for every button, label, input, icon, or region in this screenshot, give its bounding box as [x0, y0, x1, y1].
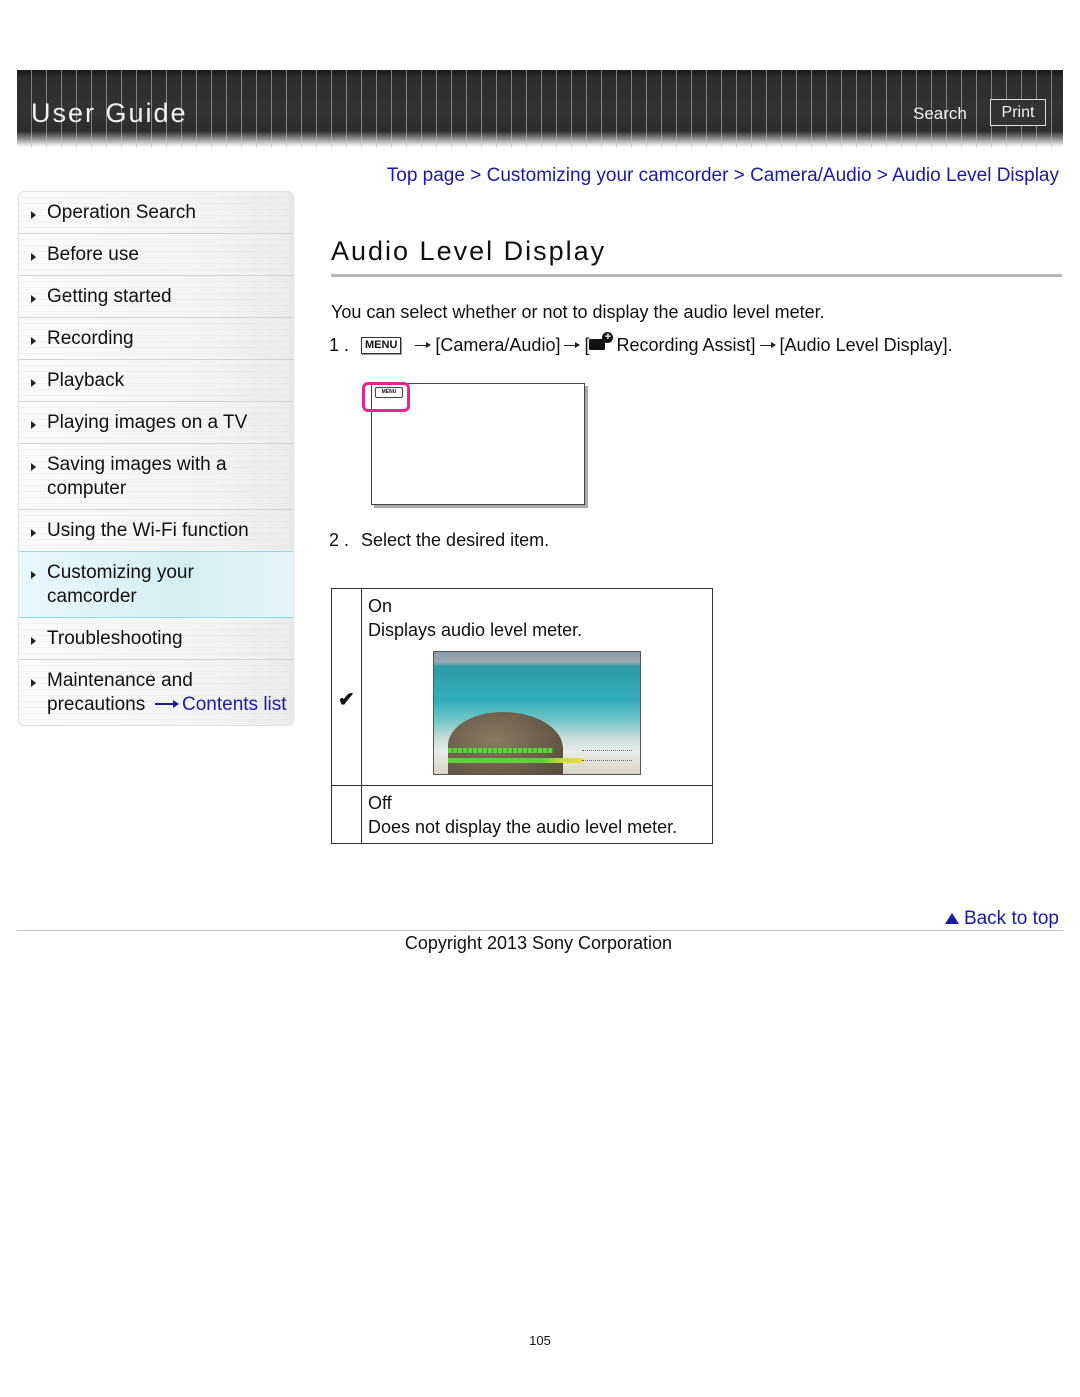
option-name: Off: [368, 793, 392, 813]
caret-right-icon: [31, 379, 36, 387]
selected-cell: ✔: [331, 588, 362, 786]
sidebar-item-playing-on-tv[interactable]: Playing images on a TV: [19, 402, 293, 444]
sidebar-nav: Operation Search Before use Getting star…: [18, 191, 294, 726]
option-cell: On Displays audio level meter.: [361, 588, 713, 786]
breadcrumb-separator: >: [728, 165, 751, 186]
menu-button-icon: MENU: [375, 387, 403, 398]
header-banner: User Guide Search Print: [17, 70, 1063, 148]
back-to-top-link[interactable]: Back to top: [944, 908, 1059, 930]
caret-right-icon: [31, 337, 36, 345]
table-row: Off Does not display the audio level met…: [331, 785, 713, 844]
caret-right-icon: [31, 679, 36, 687]
audio-meter-preview-image: [433, 651, 641, 775]
breadcrumb-top-page[interactable]: Top page: [387, 165, 465, 186]
sidebar-item-label: Customizing your camcorder: [47, 562, 194, 607]
sidebar-item-wifi[interactable]: Using the Wi-Fi function: [19, 510, 293, 552]
caret-right-icon: [31, 421, 36, 429]
sidebar-item-playback[interactable]: Playback: [19, 360, 293, 402]
sidebar-item-label: Before use: [47, 244, 139, 265]
option-cell: Off Does not display the audio level met…: [361, 785, 713, 844]
arrow-right-icon: [155, 699, 179, 708]
sidebar-item-label: Troubleshooting: [47, 628, 183, 649]
sidebar-item-label: Using the Wi-Fi function: [47, 520, 249, 541]
sidebar-item-saving-images[interactable]: Saving images with a computer: [19, 444, 293, 510]
print-button[interactable]: Print: [990, 99, 1046, 126]
contents-list-link[interactable]: Contents list: [155, 694, 287, 716]
level-scale: [582, 760, 632, 766]
recording-assist-icon: +: [589, 332, 614, 352]
sidebar-item-label: Playback: [47, 370, 125, 391]
arrow-right-icon: [564, 342, 581, 348]
sidebar-item-label: Getting started: [47, 286, 172, 307]
caret-right-icon: [31, 253, 36, 261]
step-path-recording-assist: Recording Assist]: [616, 335, 756, 355]
caret-right-icon: [31, 637, 36, 645]
breadcrumb-customizing[interactable]: Customizing your camcorder: [487, 165, 729, 186]
intro-text: You can select whether or not to display…: [331, 302, 825, 322]
sidebar-item-label: Recording: [47, 328, 134, 349]
step-number: 2 .: [329, 530, 350, 550]
audio-level-bar: [448, 758, 583, 763]
search-link[interactable]: Search: [913, 104, 967, 124]
copyright-text: Copyright 2013 Sony Corporation: [404, 933, 673, 953]
rock-shape: [448, 712, 563, 774]
title-divider: [331, 274, 1062, 277]
step-path-camera-audio: [Camera/Audio]: [435, 335, 561, 355]
sidebar-item-before-use[interactable]: Before use: [19, 234, 293, 276]
step-text: Select the desired item.: [361, 530, 550, 550]
options-table: ✔ On Displays audio level meter. Off Doe…: [331, 588, 713, 844]
breadcrumb-separator: >: [464, 165, 487, 186]
option-name: On: [368, 596, 393, 616]
arrow-right-icon: [415, 342, 432, 348]
breadcrumb-separator: >: [871, 165, 893, 186]
arrow-right-icon: [759, 342, 776, 348]
contents-list-label: Contents list: [182, 694, 287, 715]
level-scale: [582, 750, 632, 756]
sidebar-item-label: Playing images on a TV: [47, 412, 248, 433]
page-number: 105: [529, 1333, 551, 1348]
triangle-up-icon: [944, 913, 959, 924]
breadcrumb: Top page > Customizing your camcorder > …: [387, 165, 1059, 187]
table-row: ✔ On Displays audio level meter.: [331, 588, 713, 786]
checkmark-icon: ✔: [338, 689, 355, 711]
option-description: Does not display the audio level meter.: [368, 817, 678, 837]
app-title: User Guide: [31, 98, 188, 128]
caret-right-icon: [31, 295, 36, 303]
step-2: 2 . Select the desired item.: [329, 530, 549, 551]
breadcrumb-camera-audio[interactable]: Camera/Audio: [750, 165, 871, 186]
step-1: 1 . MENU [Camera/Audio][+ Recording Assist]…: [329, 332, 953, 356]
audio-level-bar: [448, 748, 553, 753]
caret-right-icon: [31, 463, 36, 471]
step-number: 1 .: [329, 335, 350, 355]
sidebar-item-operation-search[interactable]: Operation Search: [19, 192, 293, 234]
caret-right-icon: [31, 529, 36, 537]
caret-right-icon: [31, 211, 36, 219]
page-title: Audio Level Display: [331, 236, 607, 266]
selected-cell: [331, 785, 362, 844]
sidebar-item-label: Saving images with a computer: [47, 454, 227, 499]
sidebar-item-recording[interactable]: Recording: [19, 318, 293, 360]
option-description: Displays audio level meter.: [368, 620, 583, 640]
menu-button-icon: MENU: [361, 337, 402, 354]
step-path-audio-level: [Audio Level Display].: [779, 335, 953, 355]
sidebar-item-getting-started[interactable]: Getting started: [19, 276, 293, 318]
sidebar-item-troubleshooting[interactable]: Troubleshooting: [19, 618, 293, 660]
sidebar-item-label: Operation Search: [47, 202, 196, 223]
caret-right-icon: [31, 571, 36, 579]
breadcrumb-current[interactable]: Audio Level Display: [892, 165, 1059, 186]
footer-divider: [17, 930, 1063, 931]
lcd-screen-figure: MENU: [362, 382, 585, 505]
back-to-top-label: Back to top: [963, 908, 1059, 929]
sidebar-item-customizing[interactable]: Customizing your camcorder: [19, 551, 293, 618]
